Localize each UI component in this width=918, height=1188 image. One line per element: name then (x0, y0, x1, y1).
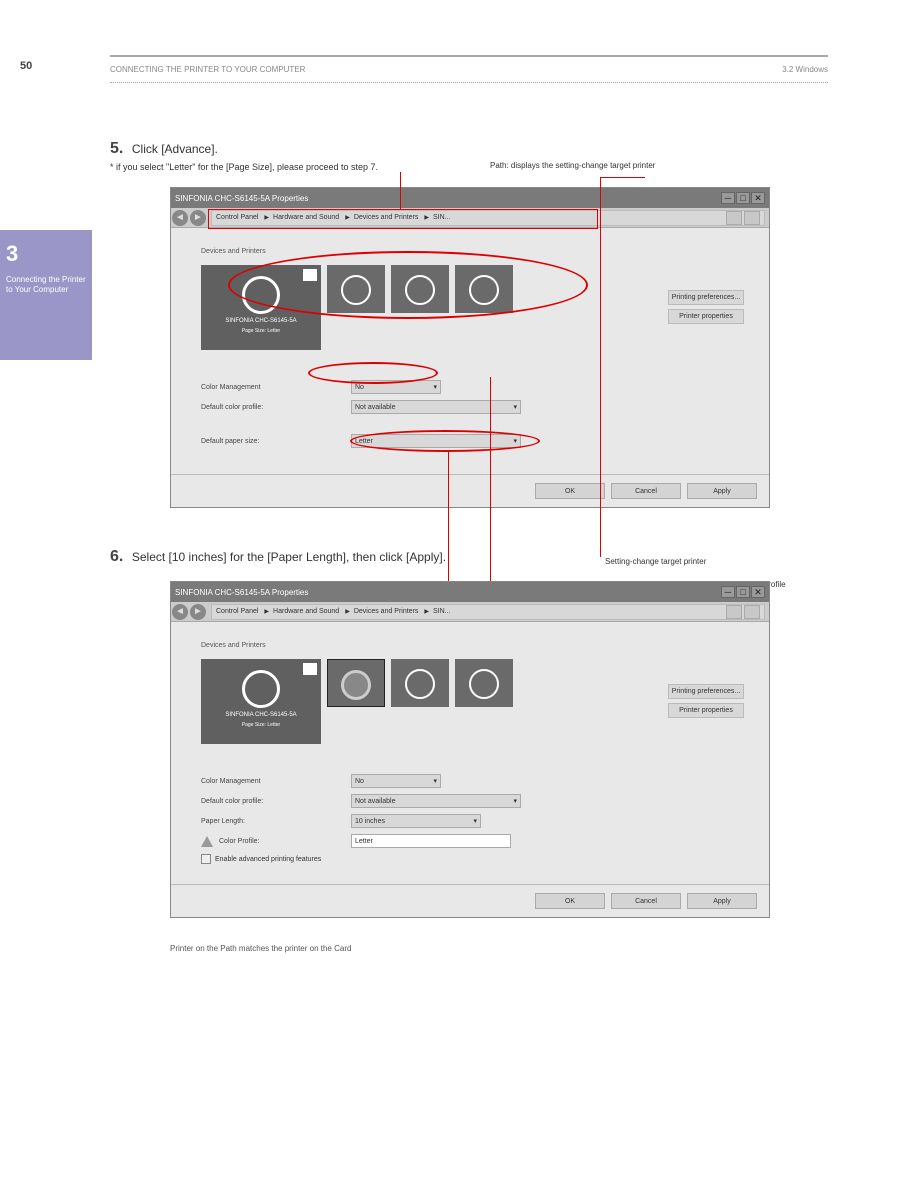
color-mgmt-label: Color Management (201, 384, 351, 391)
page-header: CONNECTING THE PRINTER TO YOUR COMPUTER … (110, 55, 828, 83)
note-match: Printer on the Path matches the printer … (170, 944, 828, 953)
breadcrumb[interactable]: Control Panel▶ Hardware and Sound▶ Devic… (211, 210, 765, 226)
dialog2-title: SINFONIA CHC-S6145-5A Properties (175, 588, 308, 597)
ok-button[interactable]: OK (535, 483, 605, 499)
nav-back-button[interactable]: ◄ (172, 604, 188, 620)
default-color-label: Default color profile: (201, 404, 351, 411)
default-color-select2[interactable]: Not available▾ (351, 794, 521, 808)
default-paper-label: Default paper size: (201, 438, 351, 445)
color-profile-input[interactable]: Letter (351, 834, 511, 848)
color-profile-label: Color Profile: (219, 838, 259, 845)
advanced-checkbox-label: Enable advanced printing features (215, 856, 321, 863)
minimize-button[interactable]: ─ (721, 192, 735, 204)
color-mgmt-select2[interactable]: No▾ (351, 774, 441, 788)
step-6-heading: 6. Select [10 inches] for the [Paper Len… (110, 548, 828, 566)
advanced-checkbox[interactable] (201, 854, 211, 864)
default-color-label: Default color profile: (201, 798, 351, 805)
nav-back-button[interactable]: ◄ (172, 210, 188, 226)
printer-props-button[interactable]: Printer properties (668, 703, 744, 718)
cancel-button[interactable]: Cancel (611, 893, 681, 909)
color-mgmt-label: Color Management (201, 778, 351, 785)
printer-card-3[interactable] (391, 659, 449, 707)
close-button[interactable]: ✕ (751, 192, 765, 204)
printers-heading2: Devices and Printers (201, 642, 739, 649)
dialog-1: SINFONIA CHC-S6145-5A Properties ─ □ ✕ ◄… (170, 187, 770, 508)
default-color-select[interactable]: Not available▾ (351, 400, 521, 414)
printer-card-4[interactable] (455, 265, 513, 313)
dialog-title: SINFONIA CHC-S6145-5A Properties (175, 194, 308, 203)
nav-forward-button[interactable]: ► (190, 210, 206, 226)
default-paper-select[interactable]: Letter▾ (351, 434, 521, 448)
callout-target: Setting-change target printer (605, 557, 706, 566)
printer-card-2[interactable] (327, 265, 385, 313)
minimize-button[interactable]: ─ (721, 586, 735, 598)
apply-button[interactable]: Apply (687, 893, 757, 909)
color-mgmt-select[interactable]: No▾ (351, 380, 441, 394)
side-tab: 3 Connecting the Printer to Your Compute… (0, 230, 92, 360)
breadcrumb[interactable]: Control Panel▶ Hardware and Sound▶ Devic… (211, 604, 765, 620)
ok-button[interactable]: OK (535, 893, 605, 909)
paper-length-label: Paper Length: (201, 818, 351, 825)
callout-path: Path: displays the setting-change target… (490, 161, 750, 170)
apply-button[interactable]: Apply (687, 483, 757, 499)
warning-icon (201, 836, 213, 847)
header-left: CONNECTING THE PRINTER TO YOUR COMPUTER (110, 65, 305, 74)
printer-card-3[interactable] (391, 265, 449, 313)
nav-forward-button[interactable]: ► (190, 604, 206, 620)
printer-card-selected[interactable]: SINFONIA CHC-S6145-5A Page Size: Letter (201, 265, 321, 350)
maximize-button[interactable]: □ (736, 586, 750, 598)
printer-props-button[interactable]: Printer properties (668, 309, 744, 324)
dialog-2: SINFONIA CHC-S6145-5A Properties ─ □ ✕ ◄… (170, 581, 770, 918)
close-button[interactable]: ✕ (751, 586, 765, 598)
cancel-button[interactable]: Cancel (611, 483, 681, 499)
printer-card-2[interactable] (327, 659, 385, 707)
printing-prefs-button[interactable]: Printing preferences... (668, 684, 744, 699)
printers-heading: Devices and Printers (201, 248, 739, 255)
header-right: 3.2 Windows (782, 65, 828, 74)
printer-card-4[interactable] (455, 659, 513, 707)
maximize-button[interactable]: □ (736, 192, 750, 204)
printing-prefs-button[interactable]: Printing preferences... (668, 290, 744, 305)
page-number: 50 (20, 60, 32, 72)
paper-length-select[interactable]: 10 inches▾ (351, 814, 481, 828)
printer-card-selected[interactable]: SINFONIA CHC-S6145-5A Page Size: Letter (201, 659, 321, 744)
